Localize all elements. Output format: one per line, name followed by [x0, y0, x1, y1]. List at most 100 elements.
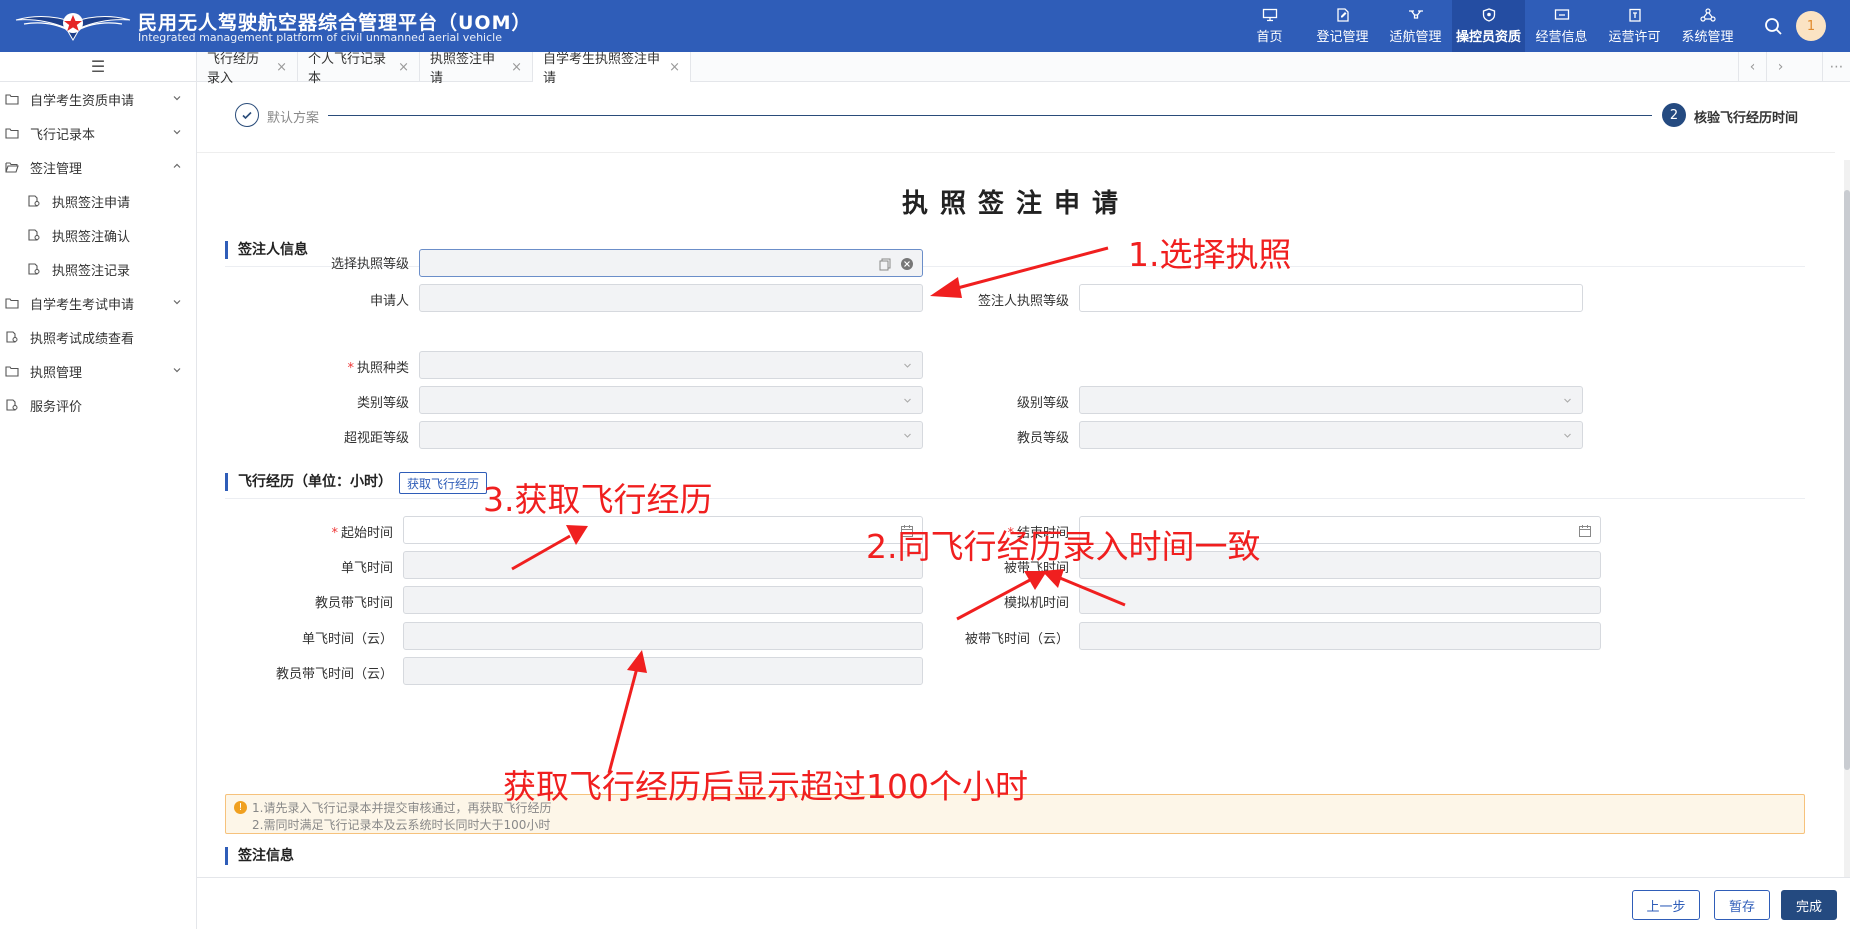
nav-operation-license[interactable]: 运营许可 — [1598, 0, 1671, 52]
nav-airworthiness[interactable]: 适航管理 — [1379, 0, 1452, 52]
sidebar-item-label: 执照签注申请 — [52, 195, 131, 211]
shield-icon — [1482, 7, 1495, 22]
tab-label: 个人飞行记录本 — [308, 52, 387, 86]
step1-label: 默认方案 — [267, 111, 320, 126]
solo-cloud-label: 单飞时间（云） — [301, 632, 393, 647]
chevron-down-icon — [173, 368, 181, 373]
solo-cloud-input[interactable] — [403, 622, 923, 650]
dual-cloud-input[interactable] — [1079, 622, 1601, 650]
tab-bar: 飞行经历录入 × 个人飞行记录本 × 执照签注申请 × 自学考生执照签注申请 × ‹ ›… — [197, 52, 1850, 86]
dual-cloud-label: 被带飞时间（云） — [964, 632, 1069, 647]
hamburger-icon[interactable]: ☰ — [0, 52, 196, 82]
scrollbar-thumb[interactable] — [1844, 190, 1850, 770]
tab-scroll-right-icon[interactable]: › — [1766, 52, 1794, 82]
search-icon[interactable] — [1762, 15, 1784, 37]
monitor-icon — [1262, 8, 1277, 21]
nav-home[interactable]: 首页 — [1233, 0, 1306, 52]
sidebar-item-endorsement-management[interactable]: 签注管理 — [0, 150, 196, 184]
sidebar-item-exam-results[interactable]: 执照考试成绩查看 — [0, 320, 196, 354]
license-type-select[interactable] — [419, 351, 923, 379]
sidebar-item-self-study-qualification[interactable]: 自学考生资质申请 — [0, 82, 196, 116]
sidebar-item-endorsement-confirm[interactable]: 执照签注确认 — [0, 218, 196, 252]
annotation-select-license: 1.选择执照 — [1128, 235, 1292, 274]
save-draft-button[interactable]: 暂存 — [1714, 890, 1770, 920]
instructor-level-select[interactable] — [1079, 421, 1583, 449]
nav-system-management-label: 系统管理 — [1681, 29, 1734, 45]
more-icon[interactable]: ⋯ — [1822, 52, 1850, 82]
document-edit-icon — [1336, 7, 1349, 22]
top-nav: 首页 登记管理 适航管理 操控员资质 经营信息 运营许可 系统管理 — [1233, 0, 1744, 52]
annotation-fetch-experience: 3.获取飞行经历 — [483, 480, 713, 519]
nav-operator-qualification[interactable]: 操控员资质 — [1452, 0, 1525, 52]
nav-business-info[interactable]: 经营信息 — [1525, 0, 1598, 52]
screen-icon — [1554, 8, 1569, 20]
annotation-over-100-hours: 获取飞行经历后显示超过100个小时 — [503, 767, 1028, 806]
endorser-level-input[interactable] — [1079, 284, 1583, 312]
sim-time-label: 模拟机时间 — [1003, 596, 1069, 611]
previous-step-button[interactable]: 上一步 — [1632, 890, 1700, 920]
nav-operator-qualification-label: 操控员资质 — [1455, 29, 1521, 45]
sidebar-item-endorsement-application[interactable]: 执照签注申请 — [0, 184, 196, 218]
chevron-down-icon — [173, 300, 181, 305]
section-flight-experience: 飞行经历（单位：小时） 获取飞行经历 — [225, 469, 1805, 499]
chevron-down-icon — [173, 130, 181, 135]
sidebar-item-endorsement-records[interactable]: 执照签注记录 — [0, 252, 196, 286]
step-indicator: 默认方案 2 核验飞行经历时间 — [197, 82, 1850, 152]
sidebar-item-service-evaluation[interactable]: 服务评价 — [0, 388, 196, 422]
clipboard-icon — [1628, 8, 1641, 22]
tab-label: 飞行经历录入 — [207, 52, 260, 86]
nav-business-info-label: 经营信息 — [1535, 29, 1588, 45]
instructor-time-input[interactable] — [403, 586, 923, 614]
applicant-input[interactable] — [419, 284, 923, 312]
tab-self-study-endorsement[interactable]: 自学考生执照签注申请 × — [533, 52, 691, 86]
user-avatar[interactable]: 1 — [1796, 11, 1826, 41]
document-search-icon — [6, 399, 18, 411]
nav-operation-license-label: 运营许可 — [1608, 29, 1661, 45]
license-level-select[interactable] — [419, 249, 923, 277]
page-scrollbar[interactable] — [1844, 160, 1850, 880]
sidebar-item-label: 执照签注确认 — [52, 229, 131, 245]
instructor-cloud-input[interactable] — [403, 657, 923, 685]
nav-system-management[interactable]: 系统管理 — [1671, 0, 1744, 52]
finish-button[interactable]: 完成 — [1781, 890, 1837, 920]
sidebar-item-exam-application[interactable]: 自学考生考试申请 — [0, 286, 196, 320]
document-search-icon — [6, 331, 18, 343]
grade-level-label: 级别等级 — [1016, 396, 1069, 411]
section-title: 签注信息 — [225, 847, 294, 865]
tab-scroll-left-icon[interactable]: ‹ — [1738, 52, 1766, 82]
close-icon[interactable]: × — [511, 60, 522, 75]
sidebar-item-flight-logbook[interactable]: 飞行记录本 — [0, 116, 196, 150]
close-icon[interactable]: × — [276, 60, 287, 75]
caac-logo-icon — [15, 13, 131, 41]
folder-icon — [5, 298, 19, 309]
sidebar-item-label: 飞行记录本 — [30, 127, 96, 143]
chevron-down-icon — [173, 96, 181, 101]
category-level-select[interactable] — [419, 386, 923, 414]
folder-icon — [5, 366, 19, 377]
grade-level-select[interactable] — [1079, 386, 1583, 414]
fetch-flight-experience-button[interactable]: 获取飞行经历 — [399, 472, 488, 494]
calendar-icon[interactable] — [1578, 524, 1592, 538]
annotation-time-consistent: 2.同飞行经历录入时间一致 — [866, 527, 1261, 566]
close-icon[interactable]: × — [398, 60, 409, 75]
sidebar-item-label: 服务评价 — [30, 399, 83, 415]
tab-label: 自学考生执照签注申请 — [543, 52, 661, 86]
clear-icon[interactable] — [900, 257, 914, 271]
top-header: 民用无人驾驶航空器综合管理平台（UOM） Integrated manageme… — [0, 0, 1850, 52]
solo-time-input[interactable] — [403, 551, 923, 579]
copy-icon[interactable] — [878, 257, 892, 271]
folder-icon — [5, 128, 19, 139]
nav-registration[interactable]: 登记管理 — [1306, 0, 1379, 52]
solo-time-label: 单飞时间 — [340, 561, 393, 576]
bvlos-level-select[interactable] — [419, 421, 923, 449]
sidebar-item-license-management[interactable]: 执照管理 — [0, 354, 196, 388]
tab-personal-logbook[interactable]: 个人飞行记录本 × — [298, 52, 420, 86]
sidebar-item-label: 执照考试成绩查看 — [30, 331, 135, 347]
tab-license-endorsement[interactable]: 执照签注申请 × — [420, 52, 533, 86]
sidebar-item-label: 执照管理 — [30, 365, 83, 381]
sim-time-input[interactable] — [1079, 586, 1601, 614]
step-connector — [328, 115, 1652, 116]
tab-flight-experience-entry[interactable]: 飞行经历录入 × — [197, 52, 298, 86]
chevron-up-icon — [173, 163, 181, 168]
close-icon[interactable]: × — [669, 60, 680, 75]
